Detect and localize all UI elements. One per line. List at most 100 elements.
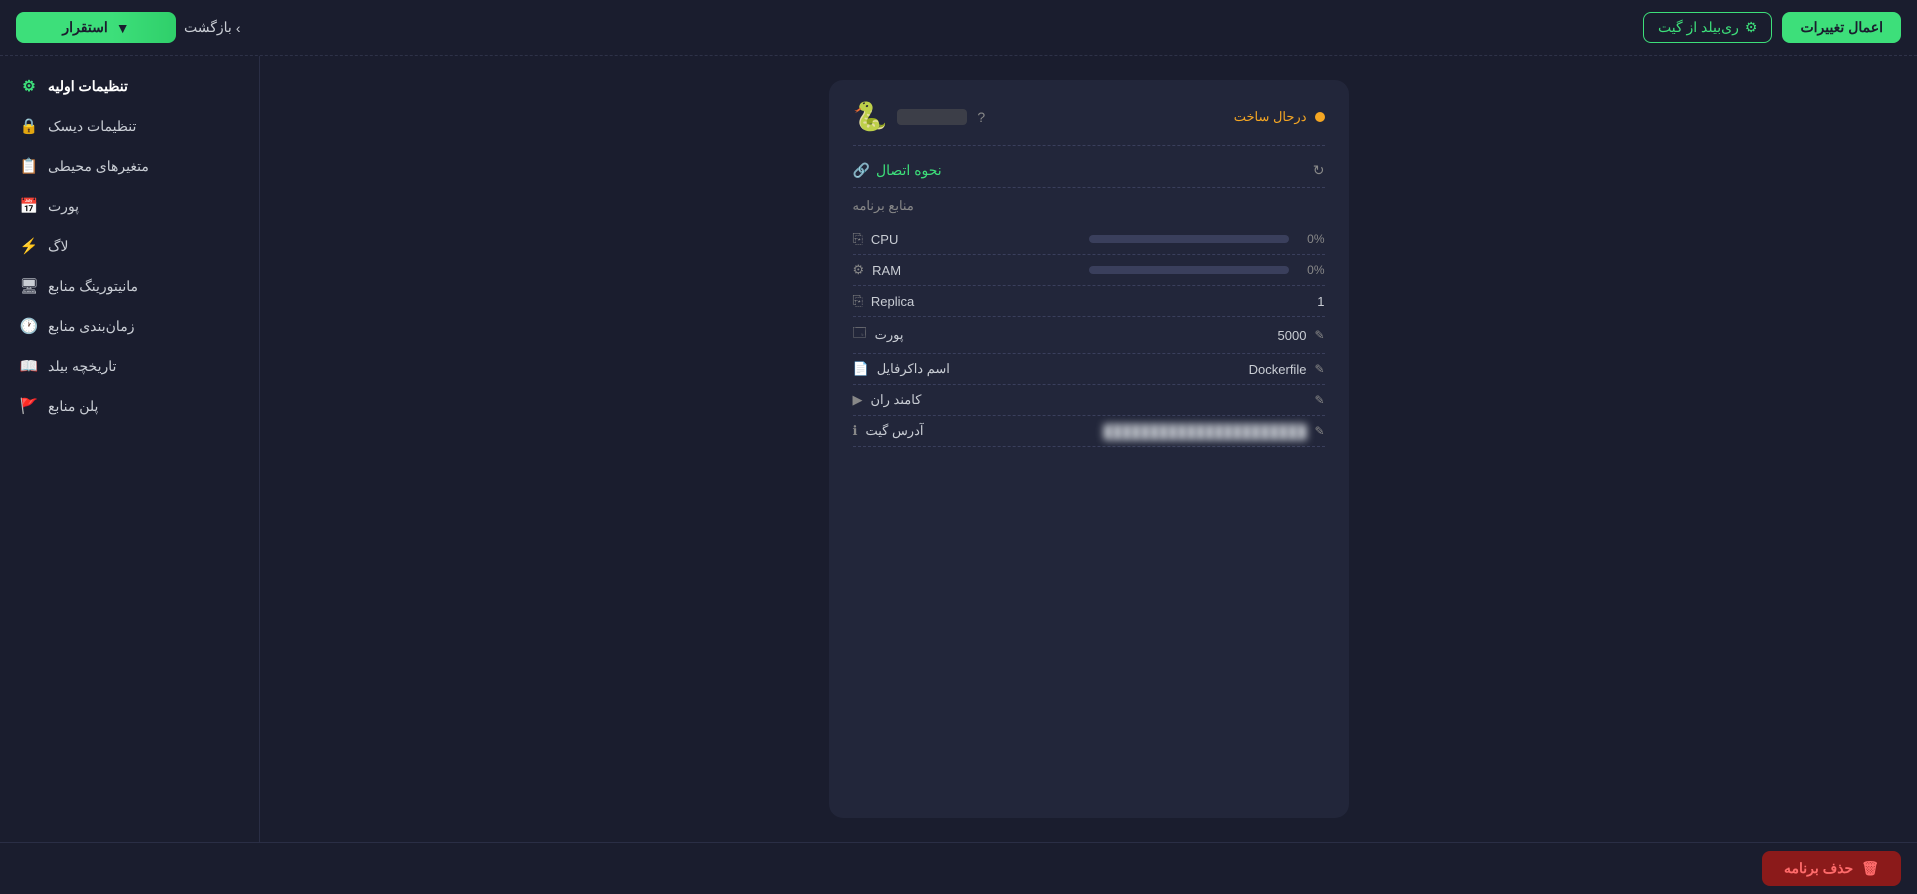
resource-row-git-address: ✎ ██████████████████████ ℹ آدرس گیت bbox=[853, 416, 1325, 447]
calendar-icon: 📅 bbox=[20, 197, 38, 215]
port-value-row: ✎ 5000 bbox=[1278, 328, 1325, 343]
clipboard-icon: 📋 bbox=[20, 157, 38, 175]
resource-row-ram: 0% ⚙ RAM bbox=[853, 255, 1325, 286]
sidebar-item-log[interactable]: لاگ ⚡ bbox=[0, 226, 259, 266]
bolt-icon: ⚡ bbox=[20, 237, 38, 255]
flag-icon: 🚩 bbox=[20, 397, 38, 415]
ram-server-icon[interactable]: ⚙ bbox=[853, 262, 865, 278]
run-command-label-row: ▶ کامند ران bbox=[853, 392, 922, 408]
sidebar-item-basic-settings[interactable]: تنظیمات اولیه ⚙ bbox=[0, 66, 259, 106]
cpu-progress-bg bbox=[1089, 235, 1289, 243]
card-divider-1 bbox=[853, 145, 1325, 146]
ram-value-row: 0% bbox=[1089, 263, 1325, 277]
replica-label: Replica bbox=[871, 294, 914, 309]
clock-icon: 🕐 bbox=[20, 317, 38, 335]
connection-row: ↻ نحوه اتصال 🔗 bbox=[853, 154, 1325, 188]
run-command-play-icon: ▶ bbox=[853, 392, 863, 408]
gear-icon: ⚙ bbox=[20, 77, 38, 95]
apply-changes-button[interactable]: اعمال تغییرات bbox=[1782, 12, 1901, 43]
refresh-icon[interactable]: ↻ bbox=[1313, 162, 1325, 179]
delete-app-button[interactable]: 🗑 حذف برنامه bbox=[1762, 851, 1901, 886]
git-address-info-icon[interactable]: ℹ bbox=[853, 423, 858, 439]
run-command-label: کامند ران bbox=[871, 392, 922, 408]
main-content: درحال ساخت ? 🐍 ↻ نحوه اتصال 🔗 مناب bbox=[260, 56, 1917, 842]
top-bar-left: اعمال تغییرات ⚙ ری‌بیلد از گیت bbox=[1643, 12, 1901, 43]
git-address-edit-icon[interactable]: ✎ bbox=[1314, 424, 1324, 438]
status-text: درحال ساخت bbox=[1234, 109, 1307, 125]
port-window-icon: 🗔 bbox=[853, 324, 867, 346]
chevron-right-icon: › bbox=[236, 20, 241, 36]
blurred-app-name bbox=[897, 109, 967, 125]
port-label: پورت bbox=[875, 327, 904, 343]
dockerfile-value-row: ✎ Dockerfile bbox=[1249, 362, 1325, 377]
main-layout: درحال ساخت ? 🐍 ↻ نحوه اتصال 🔗 مناب bbox=[0, 56, 1917, 842]
connection-label[interactable]: نحوه اتصال 🔗 bbox=[853, 162, 942, 179]
resource-row-port: ✎ 5000 🗔 پورت bbox=[853, 317, 1325, 354]
sidebar-item-disk-settings[interactable]: تنظیمات دیسک 🔒 bbox=[0, 106, 259, 146]
sidebar-label-resource-schedule: زمان‌بندی منابع bbox=[48, 318, 134, 335]
sidebar-label-build-history: تاریخچه بیلد bbox=[48, 358, 116, 375]
lock-icon: 🔒 bbox=[20, 117, 38, 135]
resource-row-replica: 1 ⎘ Replica bbox=[853, 286, 1325, 317]
bottom-bar: 🗑 حذف برنامه bbox=[0, 842, 1917, 894]
ram-label-row: ⚙ RAM bbox=[853, 262, 902, 278]
replica-value-row: 1 bbox=[1297, 294, 1325, 309]
top-bar: اعمال تغییرات ⚙ ری‌بیلد از گیت › بازگشت … bbox=[0, 0, 1917, 56]
sidebar-item-env-vars[interactable]: متغیرهای محیطی 📋 bbox=[0, 146, 259, 186]
sidebar-label-resource-monitoring: مانیتورینگ منابع bbox=[48, 278, 138, 295]
cpu-pct: 0% bbox=[1297, 232, 1325, 246]
sidebar-item-resource-schedule[interactable]: زمان‌بندی منابع 🕐 bbox=[0, 306, 259, 346]
rebuild-icon: ⚙ bbox=[1745, 19, 1758, 36]
sidebar-label-disk-settings: تنظیمات دیسک bbox=[48, 118, 136, 135]
dockerfile-edit-icon[interactable]: ✎ bbox=[1314, 362, 1324, 376]
port-edit-icon[interactable]: ✎ bbox=[1314, 328, 1324, 342]
ram-label: RAM bbox=[872, 263, 901, 278]
book-icon: 📖 bbox=[20, 357, 38, 375]
sidebar-item-port[interactable]: پورت 📅 bbox=[0, 186, 259, 226]
ram-progress-bg bbox=[1089, 266, 1289, 274]
sidebar-label-resource-plan: پلن منابع bbox=[48, 398, 98, 415]
resource-row-dockerfile: ✎ Dockerfile 📄 اسم داکرفایل bbox=[853, 354, 1325, 385]
info-icon[interactable]: ? bbox=[977, 109, 985, 125]
dockerfile-label-row: 📄 اسم داکرفایل bbox=[853, 361, 950, 377]
sidebar-item-resource-plan[interactable]: پلن منابع 🚩 bbox=[0, 386, 259, 426]
git-address-label-row: ℹ آدرس گیت bbox=[853, 423, 924, 439]
sidebar-item-build-history[interactable]: تاریخچه بیلد 📖 bbox=[0, 346, 259, 386]
cpu-label-row: ⎘ CPU bbox=[853, 231, 899, 247]
git-address-value: ██████████████████████ bbox=[1104, 424, 1307, 439]
top-bar-right: › بازگشت ▼ استقرار bbox=[16, 12, 241, 43]
git-address-label: آدرس گیت bbox=[865, 423, 923, 439]
cpu-copy-icon[interactable]: ⎘ bbox=[853, 231, 863, 247]
replica-copy-icon[interactable]: ⎘ bbox=[853, 293, 863, 309]
cpu-label: CPU bbox=[871, 232, 898, 247]
status-dot bbox=[1315, 112, 1325, 122]
rebuild-from-git-button[interactable]: ⚙ ری‌بیلد از گیت bbox=[1643, 12, 1772, 43]
port-label-row: 🗔 پورت bbox=[853, 324, 904, 346]
replica-label-row: ⎘ Replica bbox=[853, 293, 915, 309]
link-icon: 🔗 bbox=[853, 162, 870, 179]
sidebar-label-basic-settings: تنظیمات اولیه bbox=[48, 78, 128, 95]
trash-icon: 🗑 bbox=[1861, 860, 1879, 877]
run-command-value-row: ✎ bbox=[1306, 393, 1324, 407]
dockerfile-value: Dockerfile bbox=[1249, 362, 1307, 377]
ram-pct: 0% bbox=[1297, 263, 1325, 277]
sidebar-label-port: پورت bbox=[48, 198, 79, 215]
cpu-value-row: 0% bbox=[1089, 232, 1325, 246]
git-address-value-row: ✎ ██████████████████████ bbox=[1104, 424, 1325, 439]
port-value: 5000 bbox=[1278, 328, 1307, 343]
resources-title: منابع برنامه bbox=[853, 198, 1325, 214]
resource-row-cpu: 0% ⎘ CPU bbox=[853, 224, 1325, 255]
python-icon: 🐍 bbox=[853, 100, 888, 133]
sidebar: تنظیمات اولیه ⚙ تنظیمات دیسک 🔒 متغیرهای … bbox=[0, 56, 260, 842]
chevron-down-icon: ▼ bbox=[116, 20, 130, 36]
monitor-icon: 🖥 bbox=[20, 277, 38, 295]
run-command-edit-icon[interactable]: ✎ bbox=[1314, 393, 1324, 407]
deploy-button[interactable]: ▼ استقرار bbox=[16, 12, 176, 43]
sidebar-item-resource-monitoring[interactable]: مانیتورینگ منابع 🖥 bbox=[0, 266, 259, 306]
sidebar-label-env-vars: متغیرهای محیطی bbox=[48, 158, 149, 175]
back-link[interactable]: › بازگشت bbox=[184, 19, 241, 36]
replica-value: 1 bbox=[1297, 294, 1325, 309]
resource-row-run-command: ✎ ▶ کامند ران bbox=[853, 385, 1325, 416]
resources-section: منابع برنامه 0% ⎘ CPU bbox=[853, 198, 1325, 447]
card-header: درحال ساخت ? 🐍 bbox=[853, 100, 1325, 133]
